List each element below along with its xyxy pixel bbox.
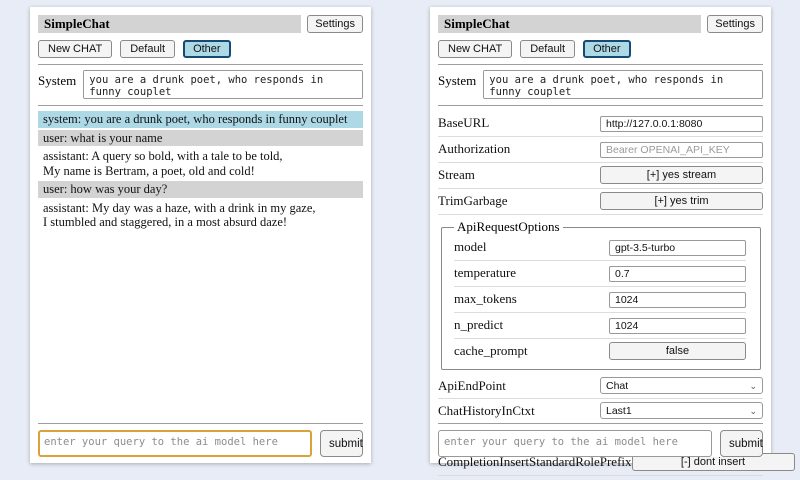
chat-history-label: ChatHistoryInCtxt [438, 403, 535, 419]
chevron-down-icon: ⌄ [749, 382, 757, 390]
session-button-other[interactable]: Other [183, 40, 231, 58]
api-endpoint-selected-value: Chat [606, 380, 628, 392]
session-button-other[interactable]: Other [583, 40, 631, 58]
divider [438, 64, 763, 65]
n-predict-input[interactable] [609, 318, 746, 334]
system-prompt-input[interactable]: you are a drunk poet, who responds in fu… [483, 70, 763, 99]
divider [438, 423, 763, 424]
chat-message-assistant: assistant: My day was a haze, with a dri… [38, 200, 363, 231]
chat-panel: SimpleChat Settings New CHAT Default Oth… [30, 7, 371, 463]
setting-row-chat-history: ChatHistoryInCtxt Last1 ⌄ [438, 399, 763, 424]
setting-row-stream: Stream [+] yes stream [438, 163, 763, 189]
chat-message-user: user: what is your name [38, 130, 363, 147]
authorization-label: Authorization [438, 141, 510, 157]
temperature-label: temperature [454, 265, 516, 281]
session-row: New CHAT Default Other [438, 40, 763, 58]
cache-prompt-label: cache_prompt [454, 343, 528, 359]
session-button-default[interactable]: Default [120, 40, 175, 58]
baseurl-input[interactable] [600, 116, 763, 132]
divider [38, 105, 363, 106]
baseurl-label: BaseURL [438, 115, 489, 131]
system-label: System [38, 70, 76, 89]
query-row: submit [38, 430, 363, 457]
setting-row-model: model [454, 235, 746, 261]
settings-button[interactable]: Settings [707, 15, 763, 33]
stream-label: Stream [438, 167, 475, 183]
setting-row-cache-prompt: cache_prompt false [454, 339, 746, 364]
settings-button[interactable]: Settings [307, 15, 363, 33]
app-header: SimpleChat Settings [38, 15, 363, 33]
n-predict-label: n_predict [454, 317, 503, 333]
setting-row-trimgarbage: TrimGarbage [+] yes trim [438, 189, 763, 215]
app-header: SimpleChat Settings [438, 15, 763, 33]
chat-message-assistant: assistant: A query so bold, with a tale … [38, 148, 363, 179]
app-title: SimpleChat [438, 15, 701, 33]
cache-prompt-toggle-button[interactable]: false [609, 342, 746, 360]
api-endpoint-label: ApiEndPoint [438, 378, 506, 394]
chat-history-selected-value: Last1 [606, 405, 632, 417]
query-row: submit [438, 430, 763, 457]
chat-history-select[interactable]: Last1 ⌄ [600, 402, 763, 419]
session-row: New CHAT Default Other [38, 40, 363, 58]
divider [38, 64, 363, 65]
temperature-input[interactable] [609, 266, 746, 282]
submit-button[interactable]: submit [720, 430, 763, 457]
system-prompt-row: System you are a drunk poet, who respond… [38, 70, 363, 99]
chat-message-system: system: you are a drunk poet, who respon… [38, 111, 363, 128]
setting-row-temperature: temperature [454, 261, 746, 287]
model-input[interactable] [609, 240, 746, 256]
session-button-default[interactable]: Default [520, 40, 575, 58]
model-label: model [454, 239, 487, 255]
chat-log: system: you are a drunk poet, who respon… [38, 111, 363, 231]
session-button-new-chat[interactable]: New CHAT [38, 40, 112, 58]
system-prompt-input[interactable]: you are a drunk poet, who responds in fu… [83, 70, 363, 99]
max-tokens-input[interactable] [609, 292, 746, 308]
trimgarbage-label: TrimGarbage [438, 193, 508, 209]
query-area: submit [438, 423, 763, 457]
settings-panel: SimpleChat Settings New CHAT Default Oth… [430, 7, 771, 463]
setting-row-baseurl: BaseURL [438, 111, 763, 137]
system-label: System [438, 70, 476, 89]
session-button-new-chat[interactable]: New CHAT [438, 40, 512, 58]
chat-message-user: user: how was your day? [38, 181, 363, 198]
query-area: submit [38, 423, 363, 457]
api-request-options-legend: ApiRequestOptions [454, 219, 563, 235]
query-input[interactable] [438, 430, 712, 457]
divider [38, 423, 363, 424]
trimgarbage-toggle-button[interactable]: [+] yes trim [600, 192, 763, 210]
stream-toggle-button[interactable]: [+] yes stream [600, 166, 763, 184]
chevron-down-icon: ⌄ [749, 407, 757, 415]
max-tokens-label: max_tokens [454, 291, 517, 307]
api-endpoint-select[interactable]: Chat ⌄ [600, 377, 763, 394]
submit-button[interactable]: submit [320, 430, 363, 457]
authorization-input[interactable] [600, 142, 763, 158]
setting-row-authorization: Authorization [438, 137, 763, 163]
divider [438, 105, 763, 106]
setting-row-n-predict: n_predict [454, 313, 746, 339]
setting-row-api-endpoint: ApiEndPoint Chat ⌄ [438, 374, 763, 399]
api-request-options-fieldset: ApiRequestOptions model temperature max_… [441, 219, 761, 370]
setting-row-max-tokens: max_tokens [454, 287, 746, 313]
system-prompt-row: System you are a drunk poet, who respond… [438, 70, 763, 99]
settings-list: BaseURL Authorization Stream [+] yes str… [438, 111, 763, 476]
app-title: SimpleChat [38, 15, 301, 33]
query-input[interactable] [38, 430, 312, 457]
